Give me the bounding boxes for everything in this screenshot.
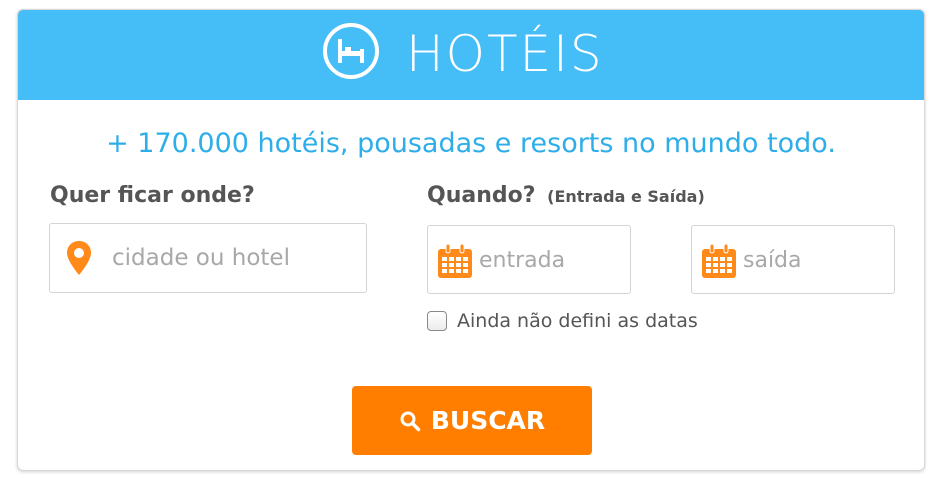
where-label: Quer ficar onde?: [50, 183, 255, 208]
header-banner: HOTÉIS: [18, 10, 924, 100]
page-title: HOTÉIS: [406, 25, 604, 83]
hotel-search-widget: HOTÉIS + 170.000 hotéis, pousadas e reso…: [17, 9, 925, 471]
checkout-field[interactable]: [691, 225, 895, 294]
when-label: Quando? (Entrada e Saída): [427, 182, 705, 211]
undecided-dates-label[interactable]: Ainda não defini as datas: [457, 309, 698, 333]
checkin-field[interactable]: [427, 225, 631, 294]
search-button[interactable]: BUSCAR: [352, 386, 592, 455]
checkout-input[interactable]: [743, 244, 883, 276]
when-sublabel: (Entrada e Saída): [547, 187, 705, 206]
calendar-icon: [702, 243, 736, 278]
calendar-icon: [438, 243, 472, 278]
undecided-dates-checkbox[interactable]: [427, 311, 447, 331]
search-button-label: BUSCAR: [430, 406, 546, 435]
when-label-text: Quando?: [427, 183, 536, 208]
undecided-dates-row[interactable]: Ainda não defini as datas: [427, 308, 698, 334]
bed-icon: [323, 23, 379, 79]
checkin-input[interactable]: [479, 244, 619, 276]
destination-input[interactable]: [112, 241, 352, 275]
destination-field[interactable]: [49, 223, 367, 293]
search-icon: [400, 411, 421, 431]
tagline: + 170.000 hotéis, pousadas e resorts no …: [106, 128, 836, 159]
map-pin-icon: [67, 241, 91, 275]
